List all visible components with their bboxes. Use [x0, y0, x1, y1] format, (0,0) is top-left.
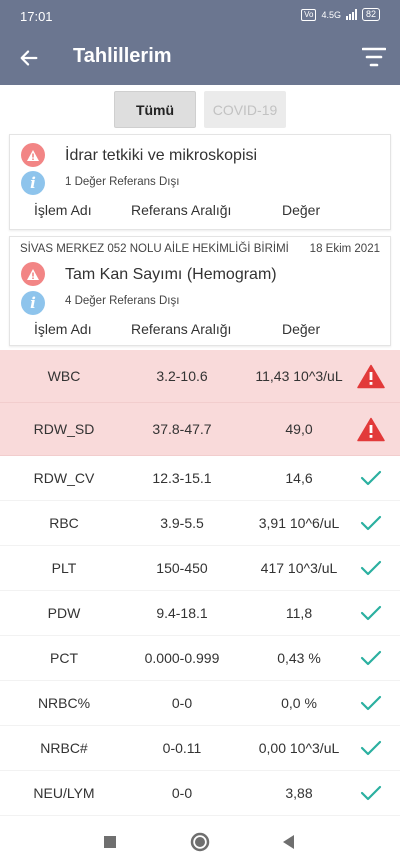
result-range: 0-0 [171, 785, 193, 801]
result-value: 3,88 [285, 785, 313, 801]
result-name: RBC [49, 515, 79, 531]
result-value: 417 10^3/uL [260, 560, 338, 576]
circle-icon[interactable] [188, 830, 212, 854]
result-value: 14,6 [285, 470, 313, 486]
filter-lines-icon[interactable] [362, 46, 386, 68]
warning-icon [356, 363, 386, 389]
result-row[interactable]: RDW_CV 12.3-15.1 14,6 [0, 456, 400, 501]
signal-icon [345, 9, 357, 20]
result-row[interactable]: PDW 9.4-18.1 11,8 [0, 591, 400, 636]
check-icon [356, 645, 386, 671]
result-name: PCT [50, 650, 78, 666]
app-bar: Tahlillerim [0, 30, 400, 85]
result-range: 3.9-5.5 [160, 515, 204, 531]
arrow-left-icon[interactable] [18, 47, 40, 69]
info-icon: i [21, 291, 45, 315]
col-header-value: Değer [282, 202, 321, 218]
warning-icon [21, 262, 45, 286]
result-name: NRBC% [37, 695, 91, 711]
segment-all[interactable]: Tümü [114, 91, 196, 128]
test-card[interactable]: İdrar tetkiki ve mikroskopisi i 1 Değer … [9, 134, 391, 230]
volte-badge: Vo [301, 8, 317, 21]
result-value: 0,0 % [281, 695, 317, 711]
result-value: 0,00 10^3/uL [258, 740, 340, 756]
col-header-range: Referans Aralığı [131, 202, 232, 218]
result-name: WBC [47, 368, 81, 384]
battery-icon: 82 [361, 8, 380, 21]
result-range: 0-0.11 [162, 740, 202, 756]
warning-icon [356, 416, 386, 442]
result-range: 0-0 [171, 695, 193, 711]
result-range: 12.3-15.1 [152, 470, 212, 486]
result-value: 3,91 10^6/uL [258, 515, 340, 531]
result-list: WBC 3.2-10.6 11,43 10^3/uL RDW_SD 37.8-4… [0, 350, 400, 816]
result-row[interactable]: NEU/LYM 0-0 3,88 [0, 771, 400, 816]
check-icon [356, 780, 386, 806]
triangle-back-icon[interactable] [277, 830, 301, 854]
col-header-name: İşlem Adı [34, 321, 92, 337]
card-meta: SİVAS MERKEZ 052 NOLU AİLE HEKİMLİĞİ BİR… [20, 243, 380, 255]
check-icon [356, 555, 386, 581]
result-row[interactable]: WBC 3.2-10.6 11,43 10^3/uL [0, 350, 400, 403]
check-icon [356, 465, 386, 491]
card-title: Tam Kan Sayımı (Hemogram) [65, 266, 277, 283]
card-subtitle: 1 Değer Referans Dışı [65, 176, 180, 188]
result-row[interactable]: PCT 0.000-0.999 0,43 % [0, 636, 400, 681]
check-icon [356, 600, 386, 626]
institution-name: SİVAS MERKEZ 052 NOLU AİLE HEKİMLİĞİ BİR… [20, 243, 289, 255]
test-date: 18 Ekim 2021 [309, 243, 380, 255]
system-nav-bar [0, 818, 400, 866]
status-time: 17:01 [20, 9, 53, 24]
result-name: RDW_SD [33, 421, 95, 437]
result-value: 0,43 % [277, 650, 321, 666]
col-header-range: Referans Aralığı [131, 321, 232, 337]
info-icon: i [21, 171, 45, 195]
page-title: Tahlillerim [73, 45, 172, 67]
status-icons: Vo 4.5G 82 [301, 8, 380, 21]
test-card[interactable]: SİVAS MERKEZ 052 NOLU AİLE HEKİMLİĞİ BİR… [9, 236, 391, 346]
segment-covid[interactable]: COVID-19 [204, 91, 286, 128]
card-subtitle: 4 Değer Referans Dışı [65, 295, 180, 307]
result-name: RDW_CV [33, 470, 95, 486]
result-name: PDW [47, 605, 81, 621]
result-name: NRBC# [40, 740, 88, 756]
warning-icon [21, 143, 45, 167]
col-header-name: İşlem Adı [34, 202, 92, 218]
check-icon [356, 510, 386, 536]
result-value: 49,0 [285, 421, 313, 437]
result-row[interactable]: PLT 150-450 417 10^3/uL [0, 546, 400, 591]
result-range: 0.000-0.999 [144, 650, 220, 666]
result-row[interactable]: RDW_SD 37.8-47.7 49,0 [0, 403, 400, 456]
result-value: 11,8 [285, 605, 313, 621]
result-range: 3.2-10.6 [156, 368, 208, 384]
result-value: 11,43 10^3/uL [255, 368, 343, 384]
result-range: 150-450 [156, 560, 208, 576]
network-label: 4.5G [321, 9, 341, 20]
result-row[interactable]: NRBC# 0-0.11 0,00 10^3/uL [0, 726, 400, 771]
square-icon[interactable] [98, 830, 122, 854]
result-row[interactable]: RBC 3.9-5.5 3,91 10^6/uL [0, 501, 400, 546]
status-bar: 17:01 Vo 4.5G 82 [0, 0, 400, 30]
result-range: 9.4-18.1 [156, 605, 208, 621]
check-icon [356, 735, 386, 761]
col-header-value: Değer [282, 321, 321, 337]
result-name: PLT [51, 560, 77, 576]
card-title: İdrar tetkiki ve mikroskopisi [65, 147, 258, 164]
check-icon [356, 690, 386, 716]
result-range: 37.8-47.7 [152, 421, 212, 437]
result-row[interactable]: NRBC% 0-0 0,0 % [0, 681, 400, 726]
result-name: NEU/LYM [33, 785, 95, 801]
